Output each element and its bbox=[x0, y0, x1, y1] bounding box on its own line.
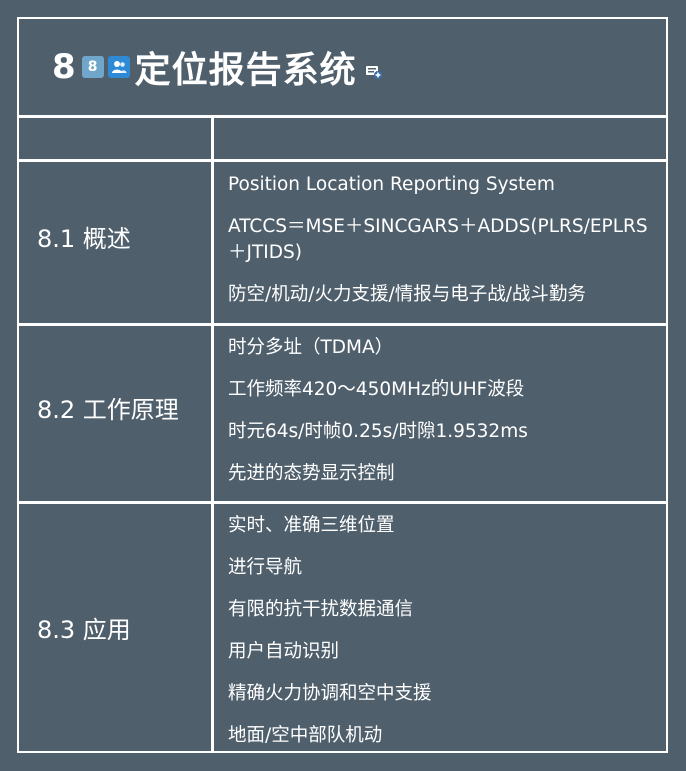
list-item: 用户自动识别 bbox=[228, 641, 340, 662]
row-divider bbox=[19, 159, 666, 162]
list-item: 有限的抗干扰数据通信 bbox=[228, 599, 414, 620]
title-bar: 8 8 定位报告系统 bbox=[19, 19, 666, 118]
row-divider bbox=[19, 501, 666, 504]
content-frame: 8 8 定位报告系统 8.1 概述 Position Location Repo… bbox=[17, 17, 668, 753]
list-item: 时分多址（TDMA） bbox=[228, 337, 394, 358]
section-label-overview: 8.1 概述 bbox=[37, 225, 131, 253]
user-group-icon bbox=[107, 56, 130, 78]
list-item: 先进的态势显示控制 bbox=[228, 463, 395, 484]
list-item: ＋JTIDS) bbox=[228, 242, 302, 263]
page-title: 定位报告系统 bbox=[134, 50, 357, 91]
column-divider bbox=[211, 115, 214, 753]
add-note-icon[interactable] bbox=[365, 64, 383, 80]
number-badge-icon: 8 bbox=[81, 56, 104, 78]
section-label-application: 8.3 应用 bbox=[37, 616, 131, 644]
section-label-principle: 8.2 工作原理 bbox=[37, 396, 179, 424]
list-item: Position Location Reporting System bbox=[228, 174, 555, 195]
chapter-number: 8 bbox=[52, 47, 76, 87]
list-item: ATCCS＝MSE＋SINCGARS＋ADDS(PLRS/EPLRS bbox=[228, 216, 648, 237]
list-item: 时元64s/时帧0.25s/时隙1.9532ms bbox=[228, 421, 528, 442]
list-item: 进行导航 bbox=[228, 557, 303, 578]
list-item: 精确火力协调和空中支援 bbox=[228, 683, 432, 704]
list-item: 地面/空中部队机动 bbox=[228, 725, 383, 746]
list-item: 实时、准确三维位置 bbox=[228, 515, 395, 536]
list-item: 防空/机动/火力支援/情报与电子战/战斗勤务 bbox=[228, 284, 586, 305]
row-divider bbox=[19, 323, 666, 326]
list-item: 工作频率420～450MHz的UHF波段 bbox=[228, 379, 525, 400]
